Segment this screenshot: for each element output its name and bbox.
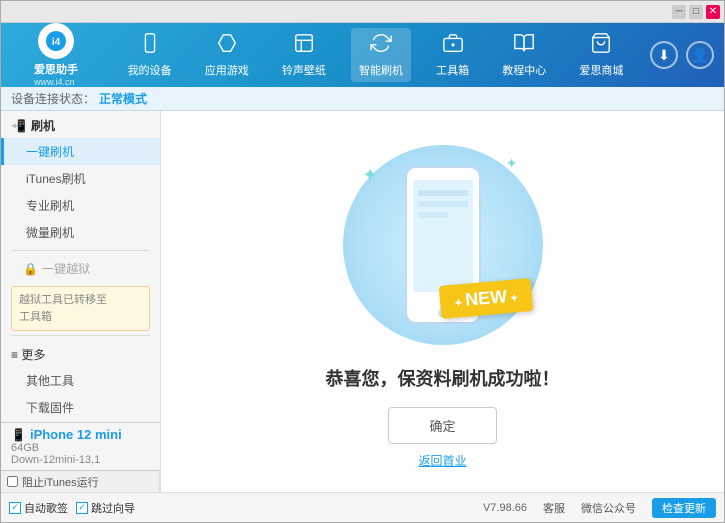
logo-area: i4 爱思助手 www.i4.cn xyxy=(11,23,101,87)
sidebar-item-download-firmware[interactable]: 下载固件 xyxy=(1,394,160,421)
skip-wizard-checkbox[interactable]: ✓ 跳过向导 xyxy=(76,500,135,516)
ringtone-icon xyxy=(293,32,315,60)
smart-flash-icon xyxy=(370,32,392,60)
nav-ringtone-label: 铃声壁纸 xyxy=(282,62,326,78)
nav-ringtone[interactable]: 铃声壁纸 xyxy=(274,28,334,82)
back-link[interactable]: 返回首业 xyxy=(418,452,466,469)
skip-wizard-checkmark: ✓ xyxy=(76,502,88,514)
toolbox-icon xyxy=(442,32,464,60)
sidebar-section-flash: 📲 刷机 xyxy=(1,111,160,138)
success-text: 恭喜您，保资料刷机成功啦！ xyxy=(326,365,560,391)
user-btn[interactable]: 👤 xyxy=(686,41,714,69)
auto-close-checkbox[interactable]: ✓ 自动歌签 xyxy=(9,500,68,516)
device-storage: 64GB xyxy=(11,442,150,454)
my-device-icon xyxy=(139,32,161,60)
close-btn[interactable]: ✕ xyxy=(706,5,720,19)
version-text: V7.98.66 xyxy=(483,502,527,514)
minimize-btn[interactable]: ─ xyxy=(672,5,686,19)
nav-store-label: 爱思商城 xyxy=(579,62,623,78)
bottom-left: ✓ 自动歌签 ✓ 跳过向导 xyxy=(9,500,169,516)
sidebar-item-pro-flash[interactable]: 专业刷机 xyxy=(1,192,160,219)
logo-text: 爱思助手 www.i4.cn xyxy=(34,61,78,87)
header: i4 爱思助手 www.i4.cn 我的设备 xyxy=(1,23,724,87)
nav-bar: 我的设备 应用游戏 铃声壁纸 xyxy=(111,28,640,82)
app-games-icon xyxy=(216,32,238,60)
bottom-bar: ✓ 自动歌签 ✓ 跳过向导 V7.98.66 客服 微信公众号 检查更新 xyxy=(1,492,724,522)
device-panel: 📱 iPhone 12 mini 64GB Down-12mini-13,1 xyxy=(1,423,160,470)
phone-small-icon: 📱 xyxy=(11,428,26,442)
itunes-label: 阻止iTunes运行 xyxy=(22,474,99,490)
sidebar-item-itunes-flash[interactable]: iTunes刷机 xyxy=(1,165,160,192)
content-area: ✦ ✦ NEW 恭喜您，保资料刷机成功啦！ 确定 返回首业 xyxy=(161,111,724,492)
sidebar-section-jailbreak: 🔒 一键越狱 xyxy=(1,255,160,282)
nav-app-games[interactable]: 应用游戏 xyxy=(197,28,257,82)
maximize-btn[interactable]: □ xyxy=(689,5,703,19)
nav-smart-flash-label: 智能刷机 xyxy=(359,62,403,78)
sparkle-tr-icon: ✦ xyxy=(506,155,518,172)
device-version: Down-12mini-13,1 xyxy=(11,454,150,466)
sidebar-divider-1 xyxy=(11,250,150,251)
more-section-label: ≡ 更多 xyxy=(11,346,45,363)
sidebar-bottom-area: 📱 iPhone 12 mini 64GB Down-12mini-13,1 阻… xyxy=(1,422,160,492)
bottom-right: V7.98.66 客服 微信公众号 检查更新 xyxy=(169,498,716,518)
bottom-checkboxes: ✓ 自动歌签 ✓ 跳过向导 xyxy=(9,500,169,516)
flash-section-label: 刷机 xyxy=(31,117,55,134)
sidebar-item-other-tools[interactable]: 其他工具 xyxy=(1,367,160,394)
wechat-link[interactable]: 微信公众号 xyxy=(581,500,636,516)
nav-app-games-label: 应用游戏 xyxy=(205,62,249,78)
sidebar-divider-2 xyxy=(11,335,150,336)
header-right: ⬇ 👤 xyxy=(650,41,714,69)
sidebar-item-data-flash[interactable]: 微量刷机 xyxy=(1,219,160,246)
sparkle-tl-icon: ✦ xyxy=(363,165,378,186)
flash-section-icon: 📲 xyxy=(11,119,26,133)
sidebar-content: 📲 刷机 一键刷机 iTunes刷机 专业刷机 微量刷机 xyxy=(1,111,160,422)
tutorial-icon xyxy=(513,32,535,60)
itunes-checkbox[interactable] xyxy=(7,476,18,487)
status-label: 设备连接状态： xyxy=(11,90,95,107)
nav-my-device-label: 我的设备 xyxy=(128,62,172,78)
statusbar: 设备连接状态： 正常模式 xyxy=(1,87,724,111)
nav-smart-flash[interactable]: 智能刷机 xyxy=(351,28,411,82)
check-update-btn[interactable]: 检查更新 xyxy=(652,498,716,518)
body-main: 📲 刷机 一键刷机 iTunes刷机 专业刷机 微量刷机 xyxy=(1,111,724,492)
sidebar-section-more: ≡ 更多 xyxy=(1,340,160,367)
confirm-button[interactable]: 确定 xyxy=(388,407,496,444)
download-btn[interactable]: ⬇ xyxy=(650,41,678,69)
itunes-bar: 阻止iTunes运行 xyxy=(1,470,160,492)
device-name: iPhone 12 mini xyxy=(30,427,122,442)
logo-icon: i4 xyxy=(38,23,74,59)
customer-service-link[interactable]: 客服 xyxy=(543,500,565,516)
status-value: 正常模式 xyxy=(99,90,147,107)
sidebar-info-box: 越狱工具已转移至工具箱 xyxy=(11,286,150,331)
svg-text:i4: i4 xyxy=(52,37,61,48)
illustration: ✦ ✦ NEW xyxy=(333,135,553,355)
circle-bg: ✦ ✦ NEW xyxy=(343,145,543,345)
lock-icon: 🔒 xyxy=(23,262,38,276)
nav-my-device[interactable]: 我的设备 xyxy=(120,28,180,82)
nav-tutorial[interactable]: 教程中心 xyxy=(494,28,554,82)
store-icon xyxy=(590,32,612,60)
nav-toolbox-label: 工具箱 xyxy=(436,62,469,78)
auto-close-checkmark: ✓ xyxy=(9,502,21,514)
sidebar-item-one-click-flash[interactable]: 一键刷机 xyxy=(1,138,160,165)
app-window: ─ □ ✕ i4 爱思助手 www.i4.cn xyxy=(0,0,725,523)
titlebar: ─ □ ✕ xyxy=(1,1,724,23)
nav-toolbox[interactable]: 工具箱 xyxy=(428,28,477,82)
sidebar: 📲 刷机 一键刷机 iTunes刷机 专业刷机 微量刷机 xyxy=(1,111,161,492)
nav-store[interactable]: 爱思商城 xyxy=(571,28,631,82)
nav-tutorial-label: 教程中心 xyxy=(502,62,546,78)
